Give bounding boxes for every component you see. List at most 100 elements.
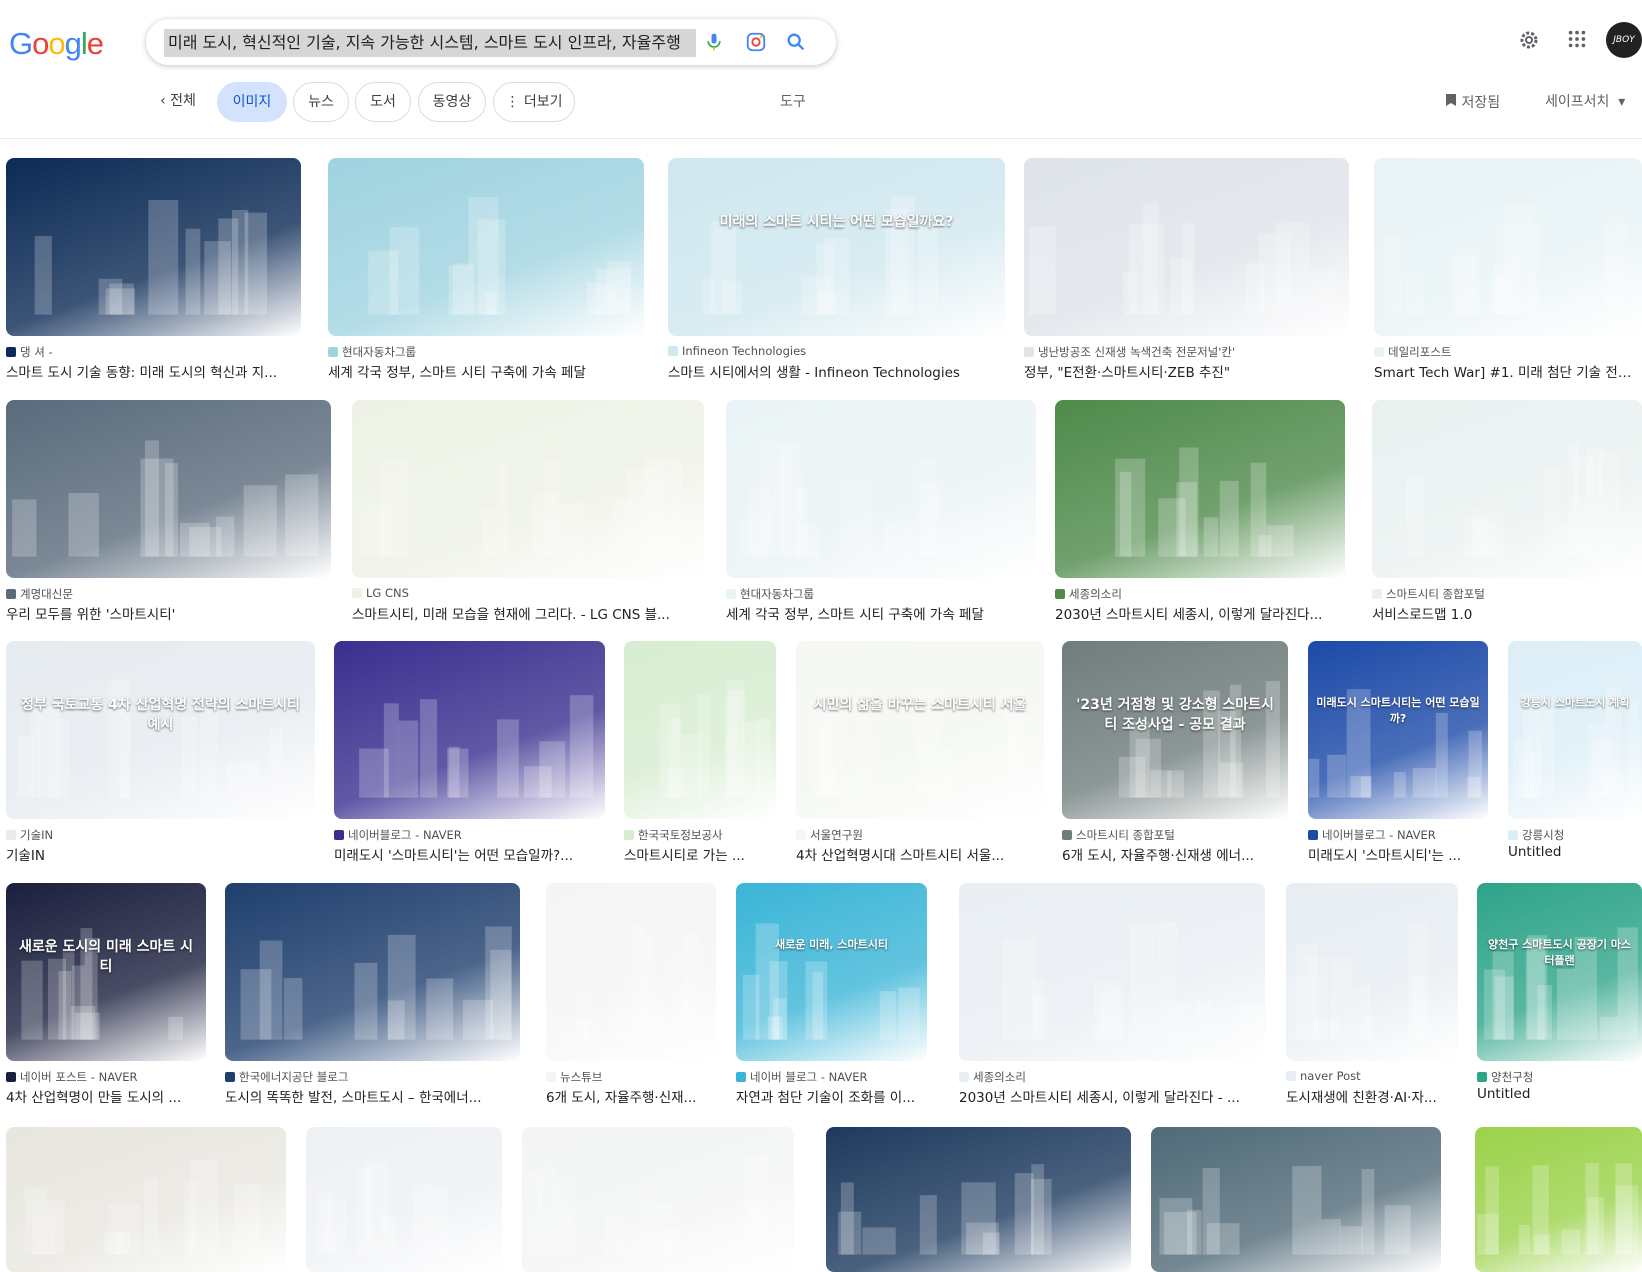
result-thumbnail[interactable] bbox=[726, 400, 1036, 578]
result-title[interactable]: 스마트시티로 가는 ... bbox=[624, 844, 776, 864]
result-title[interactable]: 스마트 시티에서의 생활 - Infineon Technologies bbox=[668, 361, 1005, 381]
tab-more[interactable]: ⋮ 더보기 bbox=[493, 82, 575, 122]
result-source[interactable]: 양천구청 bbox=[1477, 1069, 1642, 1085]
result-title[interactable]: 2030년 스마트시티 세종시, 이렇게 달라진다 - ... bbox=[959, 1086, 1265, 1106]
settings-icon[interactable] bbox=[1517, 28, 1541, 52]
result-source[interactable]: 서울연구원 bbox=[796, 827, 1044, 843]
result-thumbnail[interactable] bbox=[1055, 400, 1345, 578]
tab-all[interactable]: ‹ 전체 bbox=[150, 82, 206, 120]
result-thumbnail[interactable] bbox=[1286, 883, 1458, 1061]
result-title[interactable]: 미래도시 '스마트시티'는 ... bbox=[1308, 844, 1488, 864]
result-thumbnail[interactable] bbox=[328, 158, 644, 336]
result-source[interactable]: 현대자동차그룹 bbox=[328, 344, 644, 360]
result-thumbnail[interactable]: 미래도시 스마트시티는 어떤 모습일까? bbox=[1308, 641, 1488, 819]
safesearch-button[interactable]: 세이프서치 ▾ bbox=[1545, 91, 1625, 111]
result-thumbnail[interactable] bbox=[1475, 1127, 1642, 1272]
tools-button[interactable]: 도구 bbox=[780, 91, 806, 111]
result-thumbnail[interactable]: 새로운 미래, 스마트시티 bbox=[736, 883, 927, 1061]
result-title[interactable]: 정부, "E전환·스마트시티·ZEB 추진" bbox=[1024, 361, 1349, 381]
result-source[interactable]: 댕 셔 - bbox=[6, 344, 301, 360]
result-title[interactable]: Smart Tech War] #1. 미래 첨단 기술 전쟁 ... bbox=[1374, 361, 1642, 381]
result-source[interactable]: 세종의소리 bbox=[1055, 586, 1345, 602]
result-thumbnail[interactable] bbox=[624, 641, 776, 819]
result-thumbnail[interactable] bbox=[522, 1127, 794, 1272]
thumbnail-art bbox=[1477, 1162, 1639, 1255]
tab-books[interactable]: 도서 bbox=[355, 82, 411, 122]
result-title[interactable]: 서비스로드맵 1.0 bbox=[1372, 603, 1642, 623]
result-thumbnail[interactable] bbox=[1024, 158, 1349, 336]
result-thumbnail[interactable]: 새로운 도시의 미래 스마트 시티 bbox=[6, 883, 206, 1061]
result-thumbnail[interactable] bbox=[6, 400, 331, 578]
result-thumbnail[interactable] bbox=[1151, 1127, 1441, 1272]
lens-icon[interactable] bbox=[744, 30, 768, 54]
result-title[interactable]: Untitled bbox=[1477, 1086, 1642, 1102]
result-source[interactable]: 현대자동차그룹 bbox=[726, 586, 1036, 602]
result-thumbnail[interactable]: 정부 국토교통 4차 산업혁명 전략의 스마트시티 예시 bbox=[6, 641, 315, 819]
result-thumbnail[interactable] bbox=[6, 158, 301, 336]
result-title[interactable]: 우리 모두를 위한 '스마트시티' bbox=[6, 603, 331, 623]
result-title[interactable]: 4차 산업혁명시대 스마트시티 서울... bbox=[796, 844, 1044, 864]
search-input[interactable]: 미래 도시, 혁신적인 기술, 지속 가능한 시스템, 스마트 도시 인프라, … bbox=[164, 29, 696, 57]
result-thumbnail[interactable]: 미래의 스마트 시티는 어떤 모습일까요? bbox=[668, 158, 1005, 336]
result-thumbnail[interactable] bbox=[306, 1127, 502, 1272]
result-source[interactable]: 스마트시티 종합포털 bbox=[1062, 827, 1288, 843]
result-source[interactable]: 네이버블로그 - NAVER bbox=[1308, 827, 1488, 843]
result-title[interactable]: 세계 각국 정부, 스마트 시티 구축에 가속 페달 bbox=[726, 603, 1036, 623]
result-title[interactable]: 스마트시티, 미래 모습을 현재에 그리다. - LG CNS 블... bbox=[352, 603, 704, 623]
result-thumbnail[interactable] bbox=[334, 641, 605, 819]
result-thumbnail[interactable]: '23년 거점형 및 강소형 스마트시티 조성사업 - 공모 결과 bbox=[1062, 641, 1288, 819]
tab-images[interactable]: 이미지 bbox=[217, 82, 287, 122]
result-title[interactable]: 4차 산업혁명이 만들 도시의 ... bbox=[6, 1086, 206, 1106]
result-title[interactable]: Untitled bbox=[1508, 844, 1642, 860]
result-source[interactable]: 뉴스튜브 bbox=[546, 1069, 716, 1085]
result-title[interactable]: 2030년 스마트시티 세종시, 이렇게 달라진다... bbox=[1055, 603, 1345, 623]
result-source[interactable]: 네이버 블로그 - NAVER bbox=[736, 1069, 927, 1085]
result-title[interactable]: 미래도시 '스마트시티'는 어떤 모습일까?... bbox=[334, 844, 605, 864]
microphone-icon[interactable] bbox=[702, 30, 726, 54]
result-title[interactable]: 스마트 도시 기술 동향: 미래 도시의 혁신과 지... bbox=[6, 361, 301, 381]
result-thumbnail[interactable] bbox=[1372, 400, 1642, 578]
dropdown-arrow-icon: ▾ bbox=[1613, 94, 1626, 110]
search-box[interactable]: 미래 도시, 혁신적인 기술, 지속 가능한 시스템, 스마트 도시 인프라, … bbox=[146, 19, 836, 65]
result-thumbnail[interactable] bbox=[6, 1127, 286, 1272]
saved-button[interactable]: 저장됨 bbox=[1445, 92, 1500, 112]
result-thumbnail[interactable] bbox=[1374, 158, 1642, 336]
result-title[interactable]: 6개 도시, 자율주행·신재... bbox=[546, 1086, 716, 1106]
result-title[interactable]: 자연과 첨단 기술이 조화를 이... bbox=[736, 1086, 927, 1106]
result-source[interactable]: naver Post bbox=[1286, 1069, 1458, 1083]
result-source[interactable]: 계명대신문 bbox=[6, 586, 331, 602]
result-title[interactable]: 기술IN bbox=[6, 844, 315, 864]
result-thumbnail[interactable]: 시민의 삶을 바꾸는 스마트시티 서울 bbox=[796, 641, 1044, 819]
result-source[interactable]: 데일리포스트 bbox=[1374, 344, 1642, 360]
apps-grid-icon[interactable] bbox=[1566, 28, 1590, 52]
result-source[interactable]: 스마트시티 종합포털 bbox=[1372, 586, 1642, 602]
result-source[interactable]: Infineon Technologies bbox=[668, 344, 1005, 358]
site-favicon bbox=[1062, 830, 1072, 840]
result-title[interactable]: 도시의 똑똑한 발전, 스마트도시 – 한국에너... bbox=[225, 1086, 520, 1106]
result-title[interactable]: 6개 도시, 자율주행·신재생 에너... bbox=[1062, 844, 1288, 864]
result-source[interactable]: 냉난방공조 신재생 녹색건축 전문저널'칸' bbox=[1024, 344, 1349, 360]
result-title[interactable]: 도시재생에 친환경·AI·자... bbox=[1286, 1086, 1458, 1106]
account-avatar[interactable]: JBOY bbox=[1606, 22, 1642, 58]
result-thumbnail[interactable]: 강릉시 스마트도시 계획 bbox=[1508, 641, 1642, 819]
result-source[interactable]: 네이버 포스트 - NAVER bbox=[6, 1069, 206, 1085]
result-title[interactable]: 세계 각국 정부, 스마트 시티 구축에 가속 페달 bbox=[328, 361, 644, 381]
search-icon[interactable] bbox=[784, 30, 808, 54]
result-thumbnail[interactable] bbox=[546, 883, 716, 1061]
tab-videos[interactable]: 동영상 bbox=[418, 82, 486, 122]
result-thumbnail[interactable] bbox=[352, 400, 704, 578]
result-source[interactable]: 강릉시청 bbox=[1508, 827, 1642, 843]
result-source[interactable]: LG CNS bbox=[352, 586, 704, 600]
result-thumbnail[interactable] bbox=[959, 883, 1265, 1061]
result-source[interactable]: 네이버블로그 - NAVER bbox=[334, 827, 605, 843]
result-source[interactable]: 세종의소리 bbox=[959, 1069, 1265, 1085]
result-thumbnail[interactable] bbox=[225, 883, 520, 1061]
result-source[interactable]: 한국국토정보공사 bbox=[624, 827, 776, 843]
result-source[interactable]: 한국에너지공단 블로그 bbox=[225, 1069, 520, 1085]
google-logo[interactable]: Google bbox=[9, 26, 104, 62]
result-source-name: 냉난방공조 신재생 녹색건축 전문저널'칸' bbox=[1038, 345, 1236, 359]
result-thumbnail[interactable] bbox=[826, 1127, 1131, 1272]
result-source[interactable]: 기술IN bbox=[6, 827, 315, 843]
tab-news[interactable]: 뉴스 bbox=[293, 82, 349, 122]
result-thumbnail[interactable]: 양천구 스마트도시 공장기 마스터플랜 bbox=[1477, 883, 1642, 1061]
